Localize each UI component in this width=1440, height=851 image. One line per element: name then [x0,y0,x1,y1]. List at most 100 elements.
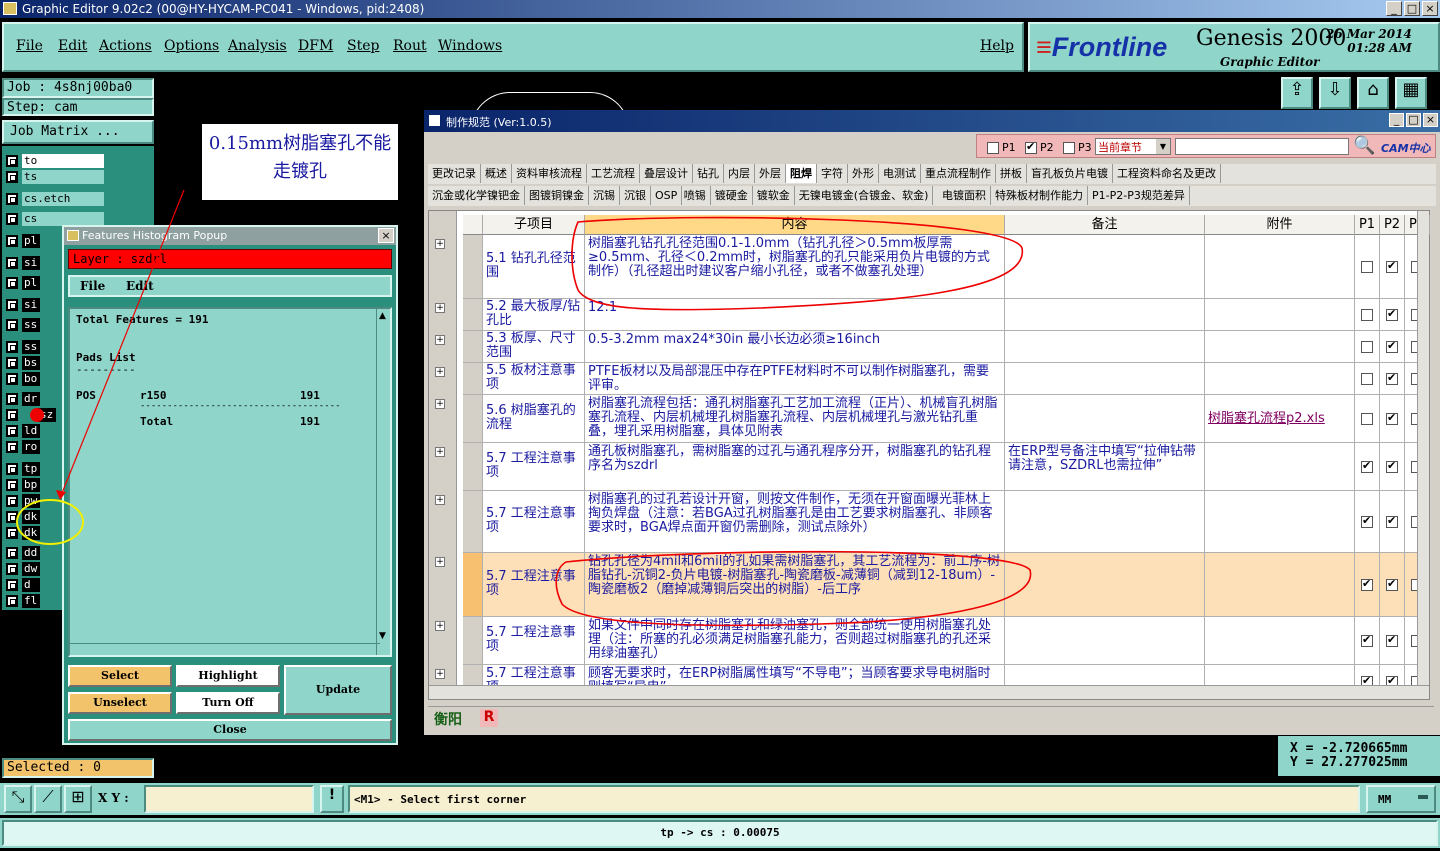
layer-row[interactable]: bs [6,356,40,370]
upload-icon[interactable]: ⇪ [1281,77,1313,109]
menu-file[interactable]: File [16,38,43,54]
tab-tabs_row1-2[interactable]: 资料审核流程 [512,164,587,183]
minimize-button[interactable]: _ [1386,1,1402,16]
layer-row[interactable]: bp [6,478,40,492]
layer-row[interactable]: dd [6,546,40,560]
expand-icon[interactable]: + [435,621,445,631]
tab-tabs_row2-6[interactable]: 镀硬金 [711,186,753,205]
home-icon[interactable]: ⌂ [1357,77,1389,109]
layer-row[interactable]: to [6,154,104,168]
grid-icon[interactable]: ⊞ [64,785,92,813]
tab-tabs_row2-10[interactable]: 特殊板材制作能力 [991,186,1088,205]
layer-row[interactable]: cs [6,212,104,226]
filter-p3[interactable]: P3 [1063,141,1092,154]
tab-tabs_row1-9[interactable]: 字符 [817,164,848,183]
layer-checkbox[interactable] [6,563,18,575]
popup-horizontal-scrollbar[interactable] [70,643,380,655]
p1-checkbox[interactable] [1361,412,1373,425]
table-row[interactable]: 5.7 工程注意事项 通孔板树脂塞孔，需树脂塞的过孔与通孔程序分开，树脂塞孔的钻孔… [463,443,1429,491]
layer-checkbox[interactable] [6,319,18,331]
layer-row[interactable]: pl [6,276,40,290]
measure-icon[interactable]: ⟋ [34,785,62,813]
expand-icon[interactable]: + [435,447,445,457]
menu-options[interactable]: Options [164,38,219,54]
expand-icon[interactable]: + [435,495,445,505]
layer-checkbox[interactable] [6,373,18,385]
p1-checkbox[interactable] [1361,372,1373,385]
layer-checkbox[interactable] [6,595,18,607]
p1-checkbox[interactable] [1361,260,1373,273]
table-row[interactable]: 5.6 树脂塞孔的流程 树脂塞孔流程包括：通孔树脂塞孔工艺加工流程（正片）、机械盲… [463,395,1429,443]
layer-checkbox[interactable] [6,299,18,311]
p1-checkbox[interactable] [1361,308,1373,321]
layer-row[interactable]: ts [6,170,104,184]
layer-checkbox[interactable] [6,527,18,539]
p2-checkbox[interactable] [1386,411,1398,425]
tab-tabs_row2-5[interactable]: 喷锡 [680,186,711,205]
exclamation-button[interactable]: ! [320,785,344,813]
tab-tabs_row2-4[interactable]: OSP [651,186,683,205]
table-row[interactable]: 5.3 板厚、尺寸范围 0.5-3.2mm max24*30in 最小长边必须≥1… [463,331,1429,363]
col-header-content[interactable]: 内容 [585,215,1005,235]
layer-checkbox[interactable] [6,193,18,205]
layer-checkbox[interactable] [6,547,18,559]
tab-tabs_row1-12[interactable]: 重点流程制作 [921,164,996,183]
search-input[interactable] [1175,138,1349,155]
tab-tabs_row1-14[interactable]: 盲孔板负片电镀 [1027,164,1113,183]
popup-close-icon[interactable]: × [378,228,394,243]
menu-analysis[interactable]: Analysis [228,38,287,54]
tab-tabs_row1-3[interactable]: 工艺流程 [587,164,640,183]
tab-tabs_row1-0[interactable]: 更改记录 [428,164,481,183]
tab-tabs_row1-11[interactable]: 电测试 [879,164,921,183]
spec-minimize-button[interactable]: _ [1389,113,1404,127]
layer-checkbox[interactable] [6,495,18,507]
p1-checkbox[interactable] [1361,514,1373,528]
menu-actions[interactable]: Actions [99,38,152,54]
xy-input[interactable] [144,785,314,813]
layer-row[interactable]: tp [6,462,40,476]
layer-checkbox[interactable] [6,357,18,369]
layer-checkbox[interactable] [6,479,18,491]
col-header-attach[interactable]: 附件 [1205,215,1355,235]
scroll-down-icon[interactable]: ▼ [379,631,386,641]
tab-tabs_row1-8[interactable]: 阻焊 [786,164,817,183]
highlight-button[interactable]: Highlight [176,665,280,687]
refresh-r-button[interactable]: R [480,709,498,727]
close-button[interactable]: Close [68,719,392,741]
menu-step[interactable]: Step [347,38,379,54]
zoom-icon[interactable]: ⤡ [4,785,32,813]
p1-checkbox[interactable] [1361,674,1373,685]
tab-tabs_row1-13[interactable]: 拼板 [996,164,1027,183]
layer-row[interactable]: ss [6,340,40,354]
table-row[interactable]: 5.5 板材注意事项 PTFE板材以及局部混压中存在PTFE材料时不可以制作树脂塞… [463,363,1429,395]
expand-icon[interactable]: + [435,669,445,679]
popup-menu-file[interactable]: File [80,279,105,293]
p2-checkbox[interactable] [1386,371,1398,385]
layer-row[interactable]: si [6,256,40,270]
update-button[interactable]: Update [284,665,392,715]
expand-icon[interactable]: + [435,557,445,567]
tab-tabs_row1-6[interactable]: 内层 [724,164,755,183]
layer-row[interactable]: dr [6,392,40,406]
layer-checkbox[interactable] [6,341,18,353]
maximize-button[interactable]: □ [1404,1,1420,16]
search-icon[interactable]: 🔍 [1353,135,1375,156]
table-vertical-scrollbar[interactable] [1417,211,1429,685]
layer-checkbox[interactable] [6,579,18,591]
tab-tabs_row2-2[interactable]: 沉锡 [589,186,620,205]
tab-tabs_row2-1[interactable]: 图镀铜镍金 [525,186,589,205]
col-header-p2[interactable]: P2 [1380,215,1405,235]
p2-checkbox[interactable] [1386,339,1398,353]
scroll-up-icon[interactable]: ▲ [379,311,386,321]
layer-row[interactable]: sz [6,408,56,422]
filter-p1[interactable]: P1 [987,141,1016,154]
chapter-select[interactable]: 当前章节 ▼ [1095,138,1171,155]
layer-row[interactable]: ld [6,424,40,438]
table-row[interactable]: 5.7 工程注意事项 如果文件中同时存在树脂塞孔和绿油塞孔，则全部统一使用树脂塞孔… [463,617,1429,665]
layer-row[interactable]: dk [6,526,40,540]
layer-row[interactable]: dk [6,510,40,524]
tab-tabs_row2-0[interactable]: 沉金或化学镍钯金 [428,186,525,205]
p1-checkbox[interactable] [1361,340,1373,353]
filter-p2[interactable]: P2 [1025,140,1054,154]
layer-row[interactable]: fl [6,594,40,608]
